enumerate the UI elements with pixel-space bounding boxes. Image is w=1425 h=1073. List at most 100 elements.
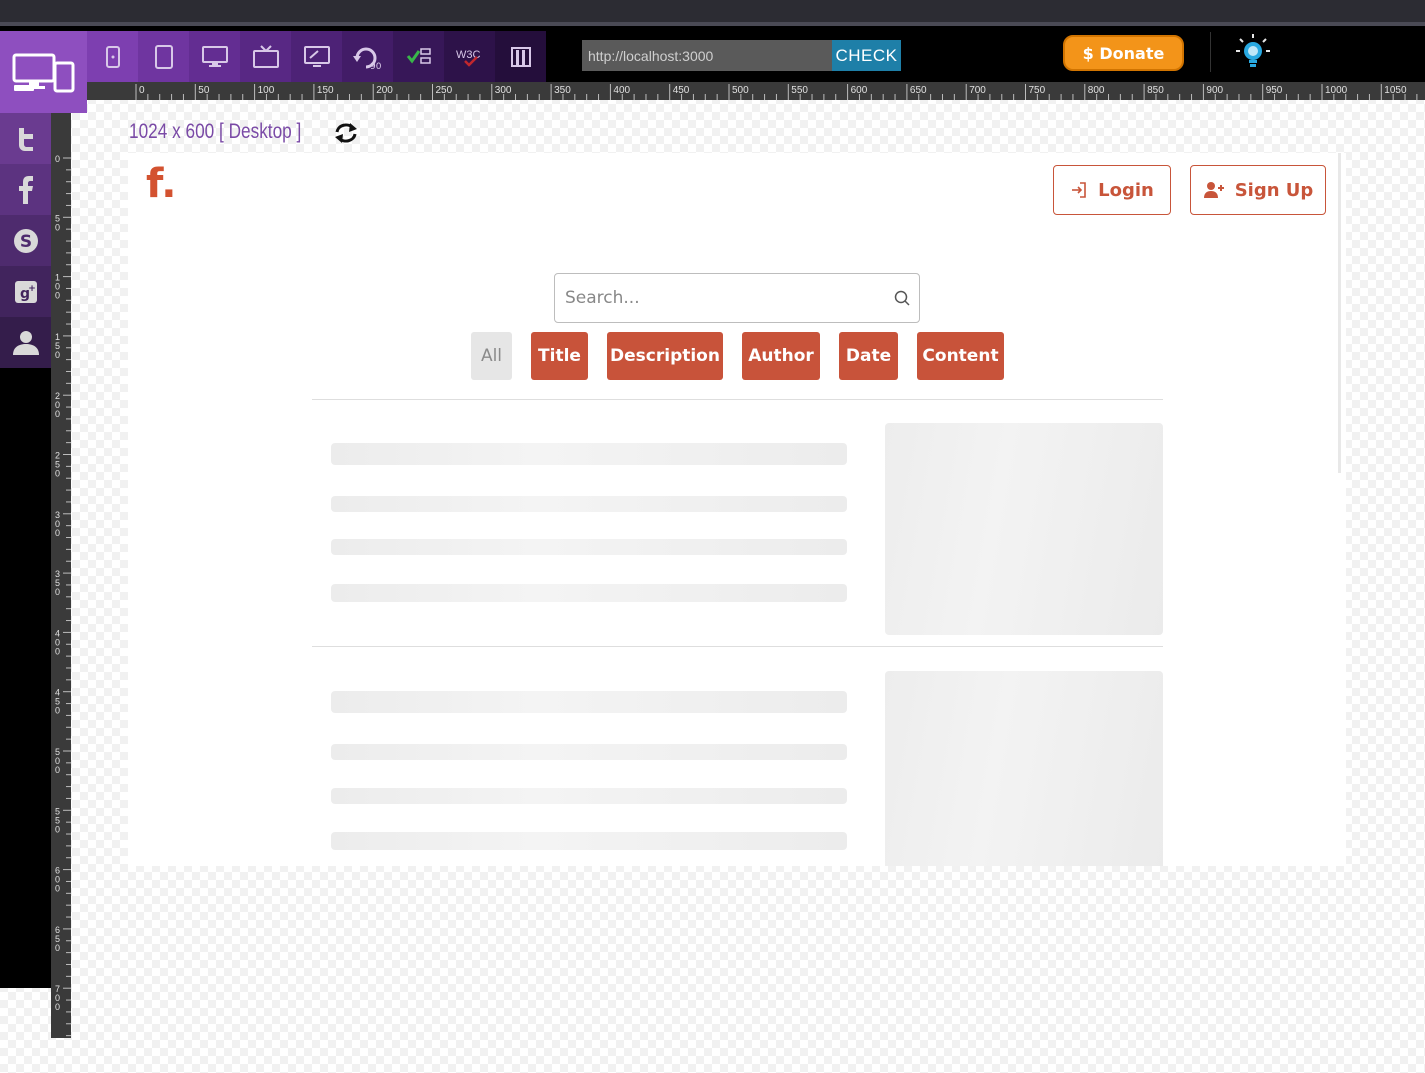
desktop-icon: [201, 45, 228, 67]
ruler-label: 750: [1029, 85, 1046, 96]
book-icon: [510, 46, 531, 67]
filter-date[interactable]: Date: [839, 332, 898, 380]
ruler-label: 0: [55, 1002, 60, 1012]
screen-icon: [303, 45, 330, 67]
skeleton-image: [885, 671, 1163, 866]
twitter-button[interactable]: [0, 113, 51, 164]
skeleton-line: [331, 788, 847, 804]
filter-all[interactable]: All: [471, 332, 512, 380]
user-button[interactable]: [0, 317, 51, 368]
donate-button[interactable]: $ Donate: [1063, 35, 1184, 71]
mobile-icon: [105, 45, 120, 68]
checklist-button[interactable]: [393, 31, 444, 82]
ruler-label: 850: [1147, 85, 1164, 96]
ruler-label: 1000: [1325, 85, 1348, 96]
screen-button[interactable]: [291, 31, 342, 82]
ruler-label: 650: [910, 85, 927, 96]
w3c-icon: W3C: [456, 49, 481, 67]
search-box: [554, 273, 920, 323]
w3c-button[interactable]: W3C: [444, 31, 495, 82]
ruler-label: 300: [495, 85, 512, 96]
skeleton-line: [331, 496, 847, 512]
ruler-label: 550: [791, 85, 808, 96]
ruler-label: 0: [55, 154, 60, 164]
lightbulb-icon[interactable]: [1233, 33, 1273, 71]
svg-text:90: 90: [370, 62, 382, 70]
divider-middle: [312, 646, 1163, 647]
facebook-button[interactable]: [0, 164, 51, 215]
desktop-button[interactable]: [189, 31, 240, 82]
ruler-label: 100: [258, 85, 275, 96]
frame-scrollbar[interactable]: [1338, 153, 1341, 473]
responsive-logo-icon[interactable]: [0, 31, 87, 113]
ruler-label: 0: [55, 291, 60, 301]
signup-button[interactable]: Sign Up: [1190, 165, 1326, 215]
preview-frame: f. Login Sign Up All Title Description A…: [128, 153, 1346, 866]
tablet-button[interactable]: [138, 31, 189, 82]
device-toolbar: 90 W3C: [87, 31, 546, 82]
ruler-label: 200: [376, 85, 393, 96]
horizontal-ruler-ticks: 0 50 100 150 200 250 300 350 400 450 500 550 600 650 7…: [135, 84, 1418, 100]
ruler-label: 900: [1206, 85, 1223, 96]
google-plus-icon: g+: [14, 280, 37, 303]
vertical-ruler: 0501001502002503003504004505005506006507…: [51, 113, 71, 1038]
viewport-size-label: 1024 x 600 [ Desktop ]: [129, 120, 302, 143]
skeleton-line: [331, 584, 847, 602]
filter-description[interactable]: Description: [607, 332, 723, 380]
url-input[interactable]: [582, 40, 832, 71]
vertical-ruler-ticks: 0501001502002503003504004505005506006507…: [55, 154, 71, 1037]
filter-title[interactable]: Title: [531, 332, 588, 380]
site-logo[interactable]: f.: [146, 161, 176, 207]
ruler-label: 0: [55, 824, 60, 834]
skeleton-line: [331, 832, 847, 850]
filter-author[interactable]: Author: [742, 332, 820, 380]
search-input[interactable]: [555, 274, 893, 322]
ruler-label: 800: [1088, 85, 1105, 96]
filter-content[interactable]: Content: [917, 332, 1004, 380]
tv-icon: [252, 44, 279, 68]
ruler-label: 0: [55, 469, 60, 479]
search-icon[interactable]: [893, 289, 911, 307]
svg-text:+: +: [28, 284, 36, 294]
social-sidebar: S g +: [0, 113, 51, 368]
ruler-label: 0: [55, 350, 60, 360]
tv-button[interactable]: [240, 31, 291, 82]
ruler-label: 0: [139, 85, 145, 96]
ruler-label: 0: [55, 765, 60, 775]
ruler-label: 0: [55, 222, 60, 232]
rotate-90-icon: 90: [352, 47, 382, 70]
tablet-icon: [154, 44, 173, 69]
skeleton-line: [331, 539, 847, 555]
window-top-bar: [0, 0, 1425, 22]
ruler-label: 700: [969, 85, 986, 96]
ruler-label: 950: [1266, 85, 1283, 96]
skeleton-title: [331, 443, 847, 465]
ruler-label: 350: [554, 85, 571, 96]
skeleton-line: [331, 744, 847, 760]
rotate-button[interactable]: 90: [342, 31, 393, 82]
check-list-icon: [406, 47, 431, 64]
google-plus-button[interactable]: g +: [0, 266, 51, 317]
svg-text:S: S: [19, 232, 31, 252]
horizontal-ruler: 0 50 100 150 200 250 300 350 400 450 500 550 600 650 7…: [87, 82, 1425, 100]
ruler-label: 0: [55, 646, 60, 656]
ruler-label: 600: [851, 85, 868, 96]
ruler-label: 400: [613, 85, 630, 96]
ruler-label: 50: [198, 85, 210, 96]
login-button[interactable]: Login: [1053, 165, 1171, 215]
skeleton-title: [331, 691, 847, 713]
svg-text:W3C: W3C: [456, 49, 481, 61]
check-button[interactable]: CHECK: [832, 40, 901, 71]
skype-button[interactable]: S: [0, 215, 51, 266]
login-label: Login: [1098, 179, 1154, 201]
ruler-label: 150: [317, 85, 334, 96]
devices-logo-icon: [12, 53, 74, 93]
mobile-button[interactable]: [87, 31, 138, 82]
ruler-label: 0: [55, 706, 60, 716]
ruler-label: 0: [55, 409, 60, 419]
facebook-icon: [18, 175, 33, 204]
skeleton-image: [885, 423, 1163, 635]
refresh-icon[interactable]: [333, 121, 359, 145]
book-button[interactable]: [495, 31, 546, 82]
ruler-label: 0: [55, 587, 60, 597]
